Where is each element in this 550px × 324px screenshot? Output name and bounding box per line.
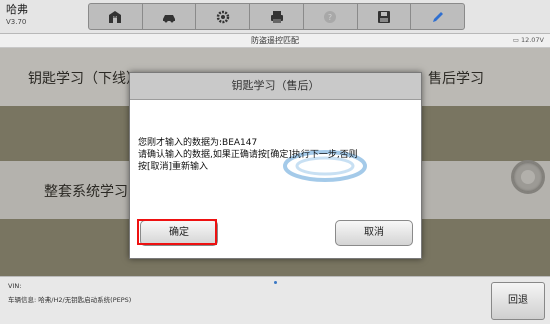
battery-icon: ▭ [512,36,519,44]
svg-text:?: ? [328,13,332,22]
vehicle-info: 车辆信息: 哈弗/H2/无钥匙启动系统(PEPS) [8,296,132,304]
dialog-title: 钥匙学习（售后） [130,73,421,100]
message-line: 按[取消]重新输入 [138,162,209,172]
vin-label: VIN: [8,282,22,290]
brand: 哈弗 V3.70 [6,4,28,28]
confirm-button[interactable]: 确定 [140,220,218,246]
app-name: 哈弗 [6,3,28,16]
help-icon: ? [324,10,337,23]
page-title: 防盗遥控匹配 [251,36,299,45]
battery-voltage: ▭ 12.07V [513,35,544,46]
top-bar: 哈弗 V3.70 M ? [0,0,550,34]
home-icon: M [109,10,122,23]
cancel-button[interactable]: 取消 [335,220,413,246]
toolbar: M ? [88,3,465,30]
page-indicator [274,281,277,284]
home-button[interactable]: M [89,4,143,29]
printer-icon [270,10,283,23]
app-version: V3.70 [6,18,27,26]
dialog-message: 您刚才输入的数据为:BEA147 请确认输入的数据,如果正确请按[确定]执行下一… [138,137,413,173]
vehicle-button[interactable] [143,4,197,29]
save-icon [377,10,390,23]
confirm-dialog: 钥匙学习（售后） 您刚才输入的数据为:BEA147 请确认输入的数据,如果正确请… [129,72,422,259]
save-button[interactable] [358,4,412,29]
car-icon [163,14,176,22]
edit-button[interactable] [411,4,464,29]
settings-button[interactable] [196,4,251,29]
svg-text:M: M [113,16,117,22]
help-button[interactable]: ? [304,4,358,29]
message-line: 您刚才输入的数据为:BEA147 [138,138,258,148]
pen-icon [432,11,443,22]
bottom-bar: VIN: 车辆信息: 哈弗/H2/无钥匙启动系统(PEPS) 回退 [0,276,550,324]
battery-voltage-value: 12.07V [520,36,544,44]
message-line: 请确认输入的数据,如果正确请按[确定]执行下一步,否则 [138,150,358,160]
status-bar: 防盗遥控匹配 ▭ 12.07V [0,34,550,48]
gear-icon [216,10,230,23]
print-button[interactable] [250,4,304,29]
back-button[interactable]: 回退 [491,282,545,320]
